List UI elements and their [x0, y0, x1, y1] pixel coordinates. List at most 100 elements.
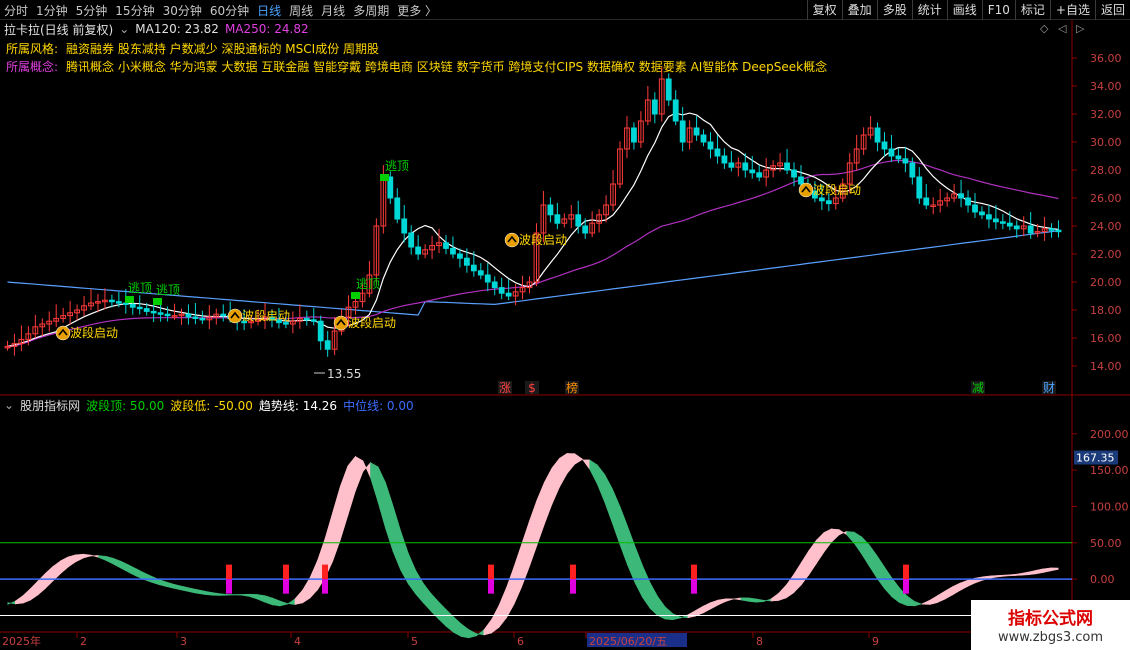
- watermark-url: www.zbgs3.com: [997, 630, 1104, 645]
- chart-canvas[interactable]: 36.0034.0032.0030.0028.0026.0024.0022.00…: [0, 0, 1130, 650]
- candle-body: [575, 214, 582, 227]
- date-label-2: 3: [180, 635, 187, 648]
- oscillator-band: [642, 565, 651, 610]
- signal-bar-down: [488, 579, 494, 594]
- oscillator-band: [128, 564, 137, 577]
- oscillator-band: [914, 601, 923, 607]
- candle-body: [554, 214, 561, 224]
- candle-body: [1027, 225, 1034, 234]
- candle-body: [749, 169, 756, 174]
- candle-body: [756, 172, 763, 178]
- oscillator-band: [355, 455, 364, 492]
- oscillator-band: [717, 598, 727, 606]
- oscillator-band: [1005, 574, 1014, 577]
- signal-bar-up: [283, 564, 289, 580]
- candle-body: [992, 218, 999, 223]
- candle-body: [902, 158, 909, 164]
- oscillator-band: [710, 599, 719, 610]
- oscillator-band: [203, 590, 213, 596]
- candle-body: [909, 162, 916, 178]
- oscillator-band: [249, 593, 258, 600]
- oscillator-band: [476, 629, 485, 637]
- oscillator-band: [627, 525, 636, 583]
- oscillator-band: [445, 608, 454, 633]
- oscillator-band: [264, 595, 273, 606]
- candle-body: [1055, 229, 1062, 233]
- price-tick-label: 22.00: [1090, 248, 1122, 261]
- oscillator-band: [241, 593, 250, 597]
- candle-body: [192, 316, 199, 319]
- escape-top-label: 逃顶: [356, 277, 380, 291]
- oscillator-band: [75, 553, 84, 563]
- oscillator-band: [861, 536, 870, 568]
- watermark-title: 指标公式网: [1008, 609, 1093, 629]
- oscillator-band: [521, 521, 530, 588]
- candle-body: [136, 306, 143, 310]
- candle-body: [220, 313, 227, 317]
- oscillator-band: [566, 453, 575, 475]
- oscillator-band: [188, 587, 198, 594]
- oscillator-band: [498, 587, 507, 629]
- signal-bar-up: [226, 564, 232, 580]
- wave-start-icon: [504, 232, 520, 248]
- ma120-line: [7, 159, 1059, 348]
- price-tick-label: 34.00: [1090, 80, 1122, 93]
- oscillator-band: [90, 554, 99, 558]
- candle-body: [916, 176, 923, 199]
- candle-body: [164, 313, 171, 317]
- price-tick-label: 18.00: [1090, 304, 1122, 317]
- candle-body: [484, 274, 491, 283]
- oscillator-band: [7, 600, 16, 605]
- oscillator-band: [370, 462, 379, 503]
- indicator-tick-label: 100.00: [1090, 500, 1129, 513]
- signal-bar-down: [283, 579, 289, 594]
- escape-top-label: 逃顶: [385, 159, 409, 173]
- candle-body: [1048, 228, 1055, 231]
- oscillator-band: [808, 539, 817, 576]
- date-label-7: 8: [756, 635, 763, 648]
- candle-body: [784, 162, 790, 171]
- oscillator-band: [166, 581, 175, 589]
- price-tick-label: 28.00: [1090, 164, 1122, 177]
- price-tick-label: 30.00: [1090, 136, 1122, 149]
- candle-body: [303, 317, 310, 321]
- oscillator-band: [506, 566, 515, 619]
- oscillator-band: [551, 457, 560, 505]
- candle-body: [1006, 222, 1013, 227]
- candle-body: [986, 214, 992, 220]
- oscillator-band: [604, 474, 613, 524]
- oscillator-band: [226, 594, 235, 596]
- oscillator-band: [151, 575, 160, 585]
- candle-body: [108, 299, 115, 303]
- price-tick-label: 26.00: [1090, 192, 1122, 205]
- oscillator-band: [377, 466, 386, 529]
- oscillator-band: [37, 572, 46, 596]
- escape-top-label: 逃顶: [128, 281, 152, 295]
- oscillator-band: [763, 598, 772, 603]
- candle-body: [457, 253, 463, 259]
- candle-body: [818, 197, 825, 202]
- candle-body: [498, 287, 505, 294]
- oscillator-band: [1050, 567, 1059, 572]
- price-tick-label: 36.00: [1090, 52, 1122, 65]
- price-tick-label: 20.00: [1090, 276, 1122, 289]
- price-tick-label: 24.00: [1090, 220, 1122, 233]
- candle-body: [491, 281, 498, 289]
- oscillator-band: [415, 569, 424, 604]
- oscillator-band: [884, 565, 893, 598]
- candle-body: [965, 197, 971, 206]
- candle-body: [999, 221, 1006, 224]
- oscillator-band: [816, 531, 825, 565]
- escape-top-marker: [380, 174, 389, 181]
- oscillator-band: [83, 553, 92, 559]
- wave-start-label: 波段启动: [519, 232, 567, 247]
- oscillator-band: [211, 592, 220, 596]
- candle-body: [185, 313, 192, 318]
- oscillator-band: [1012, 573, 1021, 576]
- oscillator-band: [30, 580, 39, 601]
- signal-bar-up: [691, 564, 697, 580]
- candle-body: [150, 310, 157, 314]
- oscillator-band: [287, 598, 296, 605]
- candle-body: [324, 340, 331, 350]
- candle-body: [672, 99, 679, 122]
